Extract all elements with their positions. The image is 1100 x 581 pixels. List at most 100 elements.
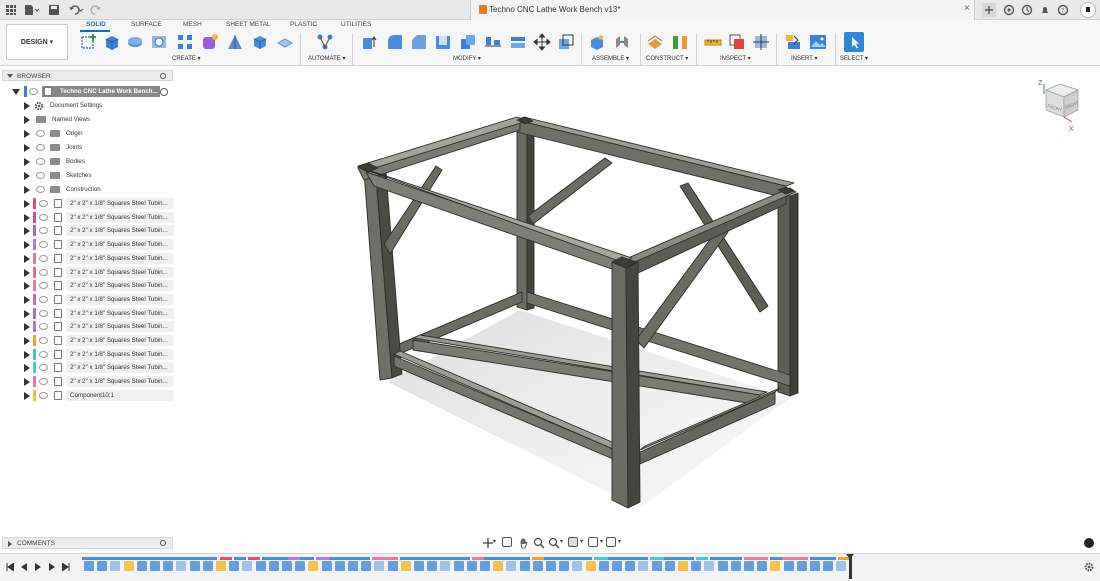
align-icon[interactable] <box>484 33 502 51</box>
browser-item-component[interactable]: 2" x 2" x 1/8" Squares Steel Tubin... <box>2 239 177 251</box>
expand-icon[interactable] <box>24 309 30 318</box>
timeline-feature-icon[interactable] <box>229 561 240 571</box>
timeline-feature-icon[interactable] <box>532 561 543 571</box>
expand-icon[interactable] <box>24 213 30 222</box>
go-to-end-icon[interactable] <box>61 562 70 572</box>
expand-icon[interactable] <box>24 158 30 166</box>
dropdown-arrow-icon[interactable]: ▾ <box>618 538 621 545</box>
timeline-feature-icon[interactable] <box>783 561 794 571</box>
chamfer-icon[interactable] <box>410 33 428 51</box>
expand-icon[interactable] <box>24 378 30 387</box>
timeline-feature-icon[interactable] <box>427 561 438 571</box>
timeline-feature-icon[interactable] <box>110 561 121 571</box>
timeline-feature-icon[interactable] <box>163 561 174 571</box>
timeline-feature-icon[interactable] <box>559 561 570 571</box>
timeline-feature-icon[interactable] <box>704 561 715 571</box>
camera-icon[interactable] <box>1084 538 1094 548</box>
browser-item-component[interactable]: 2" x 2" x 1/8" Squares Steel Tubin... <box>2 348 177 361</box>
timeline-marker[interactable] <box>846 554 854 579</box>
timeline-feature-icon[interactable] <box>255 561 266 571</box>
tab-mesh[interactable]: MESH <box>183 21 202 28</box>
close-tab-icon[interactable]: × <box>964 3 970 14</box>
visibility-eye-icon[interactable] <box>39 364 48 372</box>
timeline-feature-icon[interactable] <box>268 561 279 571</box>
browser-item-component[interactable]: 2" x 2" x 1/8" Squares Steel Tubin... <box>2 307 177 320</box>
expand-icon[interactable] <box>24 282 30 291</box>
visibility-eye-icon[interactable] <box>39 378 48 386</box>
timeline-feature-icon[interactable] <box>810 561 820 571</box>
visibility-eye-icon[interactable] <box>39 227 48 235</box>
assemble-group-label[interactable]: ASSEMBLE ▾ <box>592 55 629 62</box>
browser-item-component[interactable]: 2" x 2" x 1/8" Squares Steel Tubin... <box>2 362 177 374</box>
box-icon[interactable] <box>251 33 269 51</box>
timeline-feature-icon[interactable] <box>361 561 372 571</box>
timeline-feature-icon[interactable] <box>334 561 345 571</box>
browser-item-component[interactable]: 2" x 2" x 1/8" Squares Steel Tubin... <box>2 280 177 292</box>
timeline-feature-icon[interactable] <box>744 561 754 571</box>
rectangular-pattern-icon[interactable] <box>176 33 194 51</box>
create-plane-icon[interactable] <box>276 33 294 51</box>
zoom-window-icon[interactable] <box>548 537 560 549</box>
joint-icon[interactable] <box>613 33 631 51</box>
timeline-feature-icon[interactable] <box>295 561 306 571</box>
timeline-feature-icon[interactable] <box>176 561 187 571</box>
browser-item-component[interactable]: 2" x 2" x 1/8" Squares Steel Tubin... <box>2 225 177 237</box>
browser-item-component[interactable]: 2" x 2" x 1/8" Squares Steel Tubin... <box>2 376 177 388</box>
step-back-icon[interactable] <box>20 563 28 571</box>
expand-icon[interactable] <box>24 172 30 180</box>
visibility-eye-icon[interactable] <box>36 130 45 137</box>
timeline-feature-icon[interactable] <box>321 561 332 571</box>
look-at-icon[interactable] <box>502 537 512 547</box>
timeline-feature-icon[interactable] <box>730 561 741 571</box>
grid-menu-icon[interactable] <box>5 4 17 16</box>
timeline-feature-icon[interactable] <box>651 561 662 571</box>
timeline-feature-icon[interactable] <box>84 561 94 571</box>
expand-icon[interactable] <box>24 144 30 152</box>
dropdown-arrow-icon[interactable]: ▾ <box>600 538 603 545</box>
comments-panel-header[interactable]: COMMENTS <box>2 537 173 549</box>
display-settings-icon[interactable] <box>568 537 578 547</box>
undo-icon[interactable] <box>68 4 84 16</box>
expand-icon[interactable] <box>24 102 30 110</box>
collapse-icon[interactable] <box>7 74 13 78</box>
redo-icon[interactable] <box>90 4 102 16</box>
automate-icon[interactable] <box>316 33 334 51</box>
create-group-label[interactable]: CREATE ▾ <box>172 55 201 62</box>
visibility-eye-icon[interactable] <box>36 158 45 165</box>
browser-item-component[interactable]: 2" x 2" x 1/8" Squares Steel Tubin... <box>2 198 177 210</box>
new-component-icon[interactable] <box>588 33 606 51</box>
timeline-feature-icon[interactable] <box>836 561 847 571</box>
expand-icon[interactable] <box>24 186 30 194</box>
visibility-eye-icon[interactable] <box>39 295 48 303</box>
timeline-feature-icon[interactable] <box>757 561 768 571</box>
automate-group-label[interactable]: AUTOMATE ▾ <box>308 55 345 62</box>
visibility-eye-icon[interactable] <box>39 241 48 249</box>
expand-icon[interactable] <box>24 241 30 250</box>
expand-icon[interactable] <box>24 364 30 373</box>
shell-icon[interactable] <box>434 33 452 51</box>
zoom-icon[interactable] <box>533 537 545 549</box>
expand-icon[interactable] <box>24 200 30 208</box>
interference-icon[interactable] <box>728 33 746 51</box>
timeline-feature-icon[interactable] <box>664 561 675 571</box>
browser-item-bodies[interactable]: Bodies <box>2 156 177 168</box>
timeline-feature-icon[interactable] <box>242 561 253 571</box>
midplane-icon[interactable] <box>671 33 689 51</box>
browser-item-document-settings[interactable]: Document Settings <box>2 100 177 112</box>
visibility-eye-icon[interactable] <box>39 391 48 399</box>
browser-item-component[interactable]: 2" x 2" x 1/8" Squares Steel Tubin... <box>2 293 177 306</box>
panel-pin-icon[interactable] <box>160 540 166 546</box>
insert-canvas-icon[interactable] <box>809 33 827 51</box>
visibility-eye-icon[interactable] <box>39 213 48 221</box>
dropdown-arrow-icon[interactable]: ▾ <box>580 538 583 545</box>
expand-icon[interactable] <box>24 254 30 263</box>
timeline-feature-icon[interactable] <box>493 561 504 571</box>
fillet-icon[interactable] <box>386 33 404 51</box>
visibility-eye-icon[interactable] <box>36 144 45 151</box>
timeline-feature-icon[interactable] <box>506 561 517 571</box>
timeline-feature-icon[interactable] <box>216 561 226 571</box>
timeline-feature-icon[interactable] <box>770 561 781 571</box>
timeline-feature-icon[interactable] <box>414 561 424 571</box>
expand-icon[interactable] <box>24 350 30 359</box>
insert-group-label[interactable]: INSERT ▾ <box>791 55 817 62</box>
